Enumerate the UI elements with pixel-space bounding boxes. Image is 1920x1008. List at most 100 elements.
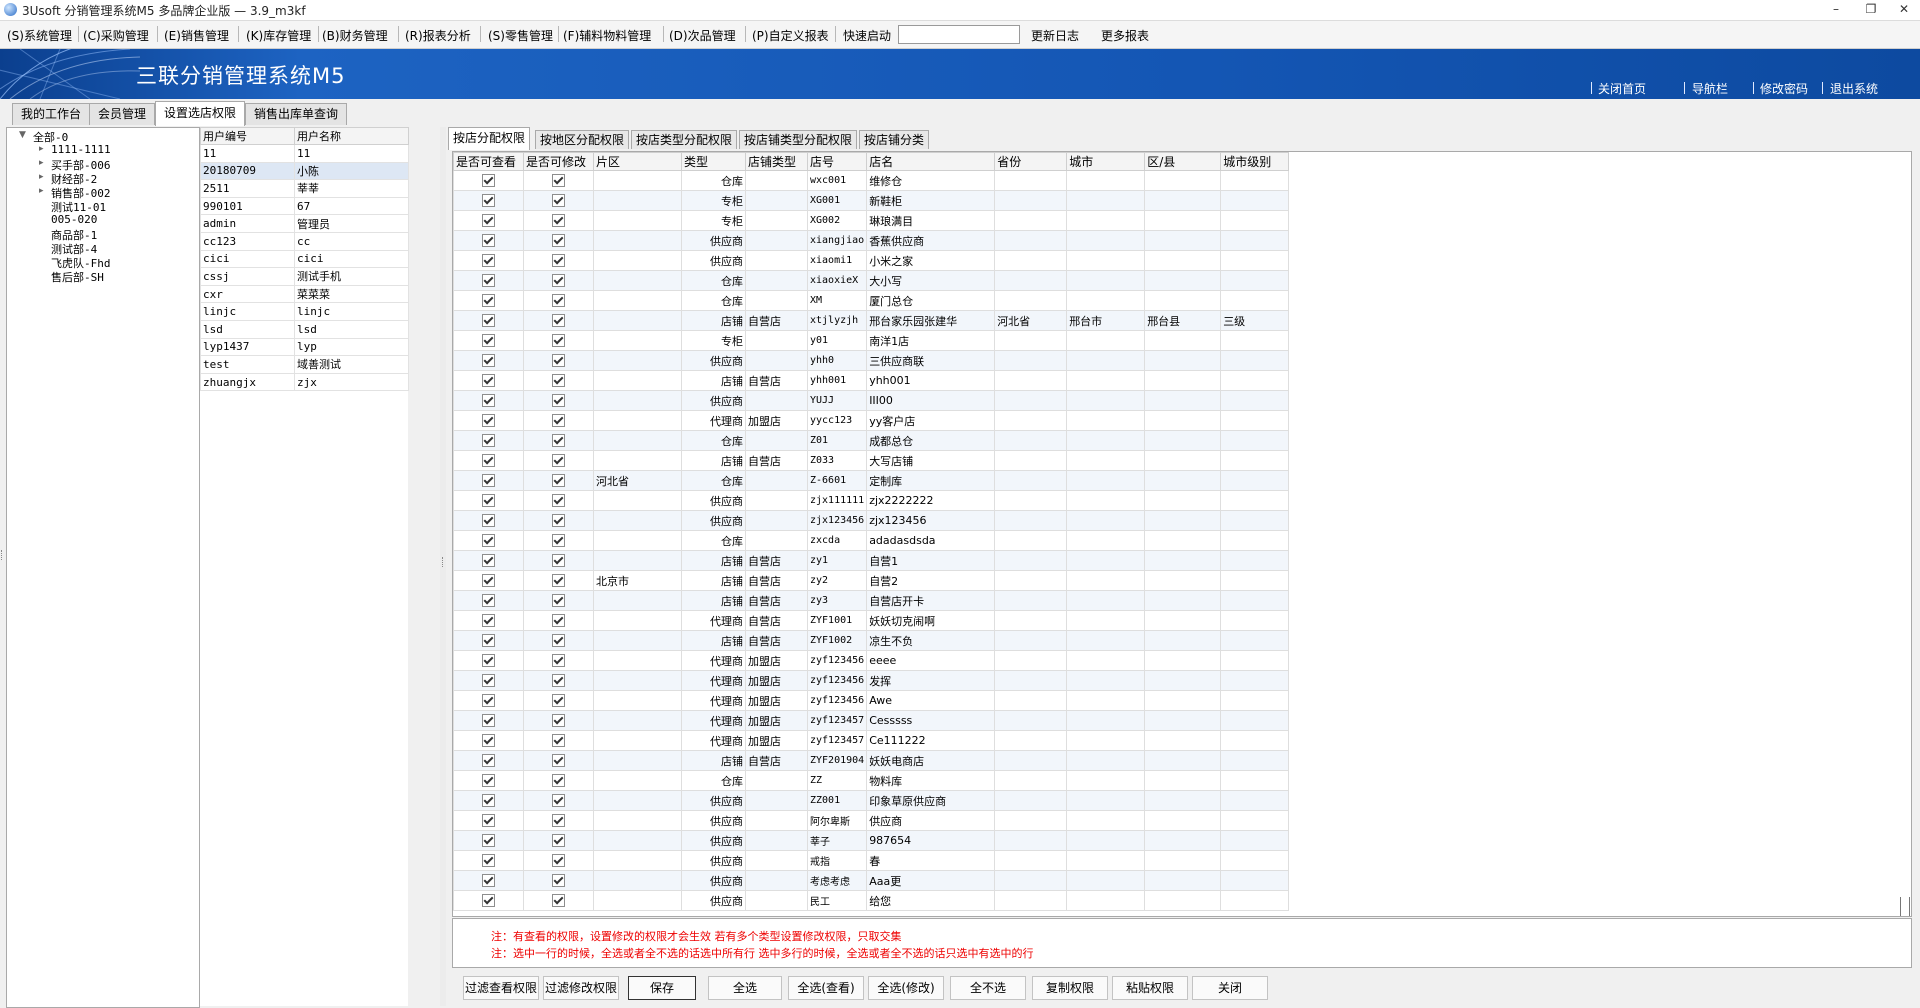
tab-workbench[interactable]: 我的工作台 [12,103,91,125]
can-view-checkbox[interactable] [482,234,495,248]
user-row[interactable]: zhuangjx zjx [200,372,409,392]
can-edit-checkbox[interactable] [552,454,565,468]
area-header[interactable]: 片区 [593,152,682,171]
table-row[interactable]: 店铺 自营店 ZYF201904 妖妖电商店 [453,750,1290,771]
can-view-checkbox[interactable] [482,374,495,388]
menu-sales[interactable]: (E)销售管理 [164,27,229,44]
can-edit-checkbox[interactable] [552,334,565,348]
table-row[interactable]: 河北省 仓库 Z-6601 定制库 [453,470,1290,491]
can-edit-checkbox[interactable] [552,594,565,608]
more-reports-link[interactable]: 更多报表 [1101,27,1149,44]
can-edit-checkbox[interactable] [552,894,565,908]
close-icon[interactable]: ✕ [1890,1,1918,18]
city-header[interactable]: 城市 [1066,152,1146,171]
table-row[interactable]: 代理商 自营店 ZYF1001 妖妖切克闹啊 [453,610,1290,631]
can-view-checkbox[interactable] [482,594,495,608]
vertical-splitter[interactable] [440,127,446,1006]
can-view-checkbox[interactable] [482,774,495,788]
can-edit-checkbox[interactable] [552,614,565,628]
menu-purchase[interactable]: (C)采购管理 [83,27,149,44]
quick-launch-input[interactable] [898,25,1020,44]
user-row[interactable]: lyp1437 lyp [200,337,409,357]
can-edit-checkbox[interactable] [552,374,565,388]
user-id-header[interactable]: 用户编号 [200,127,295,145]
user-row[interactable]: 2511 莘莘 [200,179,409,198]
can-view-checkbox[interactable] [482,634,495,648]
table-row[interactable]: 供应商 民工 给您 [453,890,1290,911]
can-view-checkbox[interactable] [482,874,495,888]
table-row[interactable]: 供应商 zjx123456 zjx123456 [453,510,1290,531]
expand-icon[interactable]: ▸ [39,186,44,196]
city-level-header[interactable]: 城市级别 [1220,152,1290,171]
can-edit-checkbox[interactable] [552,694,565,708]
table-row[interactable]: 代理商 加盟店 zyf123456 eeee [453,650,1290,671]
user-row[interactable]: 20180709 小陈 [200,161,409,181]
close-button[interactable]: 关闭 [1192,976,1268,1000]
can-view-checkbox[interactable] [482,734,495,748]
copy-permission-button[interactable]: 复制权限 [1032,976,1108,1000]
store-name-header[interactable]: 店名 [866,152,996,171]
tab-member-management[interactable]: 会员管理 [89,103,156,125]
can-view-checkbox[interactable] [482,714,495,728]
table-row[interactable]: 北京市 店铺 自营店 zy2 自营2 [453,570,1290,591]
menu-retail[interactable]: (S)零售管理 [488,27,553,44]
can-edit-header[interactable]: 是否可修改 [523,152,594,171]
menu-materials[interactable]: (F)辅料物料管理 [563,27,651,44]
changelog-link[interactable]: 更新日志 [1031,27,1079,44]
can-edit-checkbox[interactable] [552,474,565,488]
user-row[interactable]: cxr 菜菜菜 [200,284,409,304]
can-view-checkbox[interactable] [482,434,495,448]
tab-by-store-type[interactable]: 按店类型分配权限 [631,130,738,149]
can-edit-checkbox[interactable] [552,714,565,728]
table-row[interactable]: 店铺 自营店 zy3 自营店开卡 [453,590,1290,611]
user-row[interactable]: cssj 测试手机 [200,267,409,286]
can-view-checkbox[interactable] [482,554,495,568]
menu-finance[interactable]: (B)财务管理 [322,27,388,44]
table-row[interactable]: 供应商 xiangjiao 香蕉供应商 [453,230,1290,251]
exit-system-link[interactable]: 退出系统 [1830,80,1878,97]
can-view-checkbox[interactable] [482,334,495,348]
can-edit-checkbox[interactable] [552,414,565,428]
table-row[interactable]: 仓库 Z01 成都总仓 [453,430,1290,451]
user-row[interactable]: 990101 67 [200,196,409,216]
table-row[interactable]: 仓库 xiaoxieX 大小写 [453,270,1290,291]
can-edit-checkbox[interactable] [552,214,565,228]
table-row[interactable]: 供应商 ZZ001 印象草原供应商 [453,790,1290,811]
can-edit-checkbox[interactable] [552,734,565,748]
user-row[interactable]: test 域善测试 [200,355,409,374]
close-home-link[interactable]: 关闭首页 [1598,80,1646,97]
can-edit-checkbox[interactable] [552,754,565,768]
can-view-checkbox[interactable] [482,314,495,328]
tab-store-permissions[interactable]: 设置选店权限 [155,101,246,126]
table-row[interactable]: 供应商 莘子 987654 [453,830,1290,851]
tree-node[interactable]: 1111-1111 [51,143,111,156]
can-edit-checkbox[interactable] [552,674,565,688]
can-edit-checkbox[interactable] [552,434,565,448]
can-edit-checkbox[interactable] [552,494,565,508]
minimize-icon[interactable]: – [1822,1,1850,18]
table-row[interactable]: 专柜 XG001 新鞋柜 [453,190,1290,211]
table-row[interactable]: 供应商 yhh0 三供应商联 [453,350,1290,371]
can-edit-checkbox[interactable] [552,634,565,648]
menu-custom-reports[interactable]: (P)自定义报表 [752,27,829,44]
table-row[interactable]: 代理商 加盟店 zyf123456 Awe [453,690,1290,711]
tab-by-shop-category[interactable]: 按店铺分类 [859,130,930,149]
filter-view-permission-button[interactable]: 过滤查看权限 [463,976,539,1000]
left-splitter-grip[interactable] [1,550,4,560]
can-view-checkbox[interactable] [482,674,495,688]
user-row[interactable]: linjc linjc [200,302,409,321]
table-row[interactable]: 供应商 戒指春 [453,850,1290,871]
can-view-checkbox[interactable] [482,274,495,288]
can-view-checkbox[interactable] [482,614,495,628]
can-view-checkbox[interactable] [482,394,495,408]
can-view-checkbox[interactable] [482,194,495,208]
table-row[interactable]: 专柜 y01 南洋1店 [453,330,1290,351]
table-row[interactable]: 仓库 XM 厦门总仓 [453,290,1290,311]
can-view-checkbox[interactable] [482,514,495,528]
can-edit-checkbox[interactable] [552,254,565,268]
nav-bar-link[interactable]: 导航栏 [1692,80,1728,97]
can-edit-checkbox[interactable] [552,534,565,548]
can-view-checkbox[interactable] [482,174,495,188]
select-all-button[interactable]: 全选 [708,976,782,1000]
shop-type-header[interactable]: 店铺类型 [745,152,808,171]
